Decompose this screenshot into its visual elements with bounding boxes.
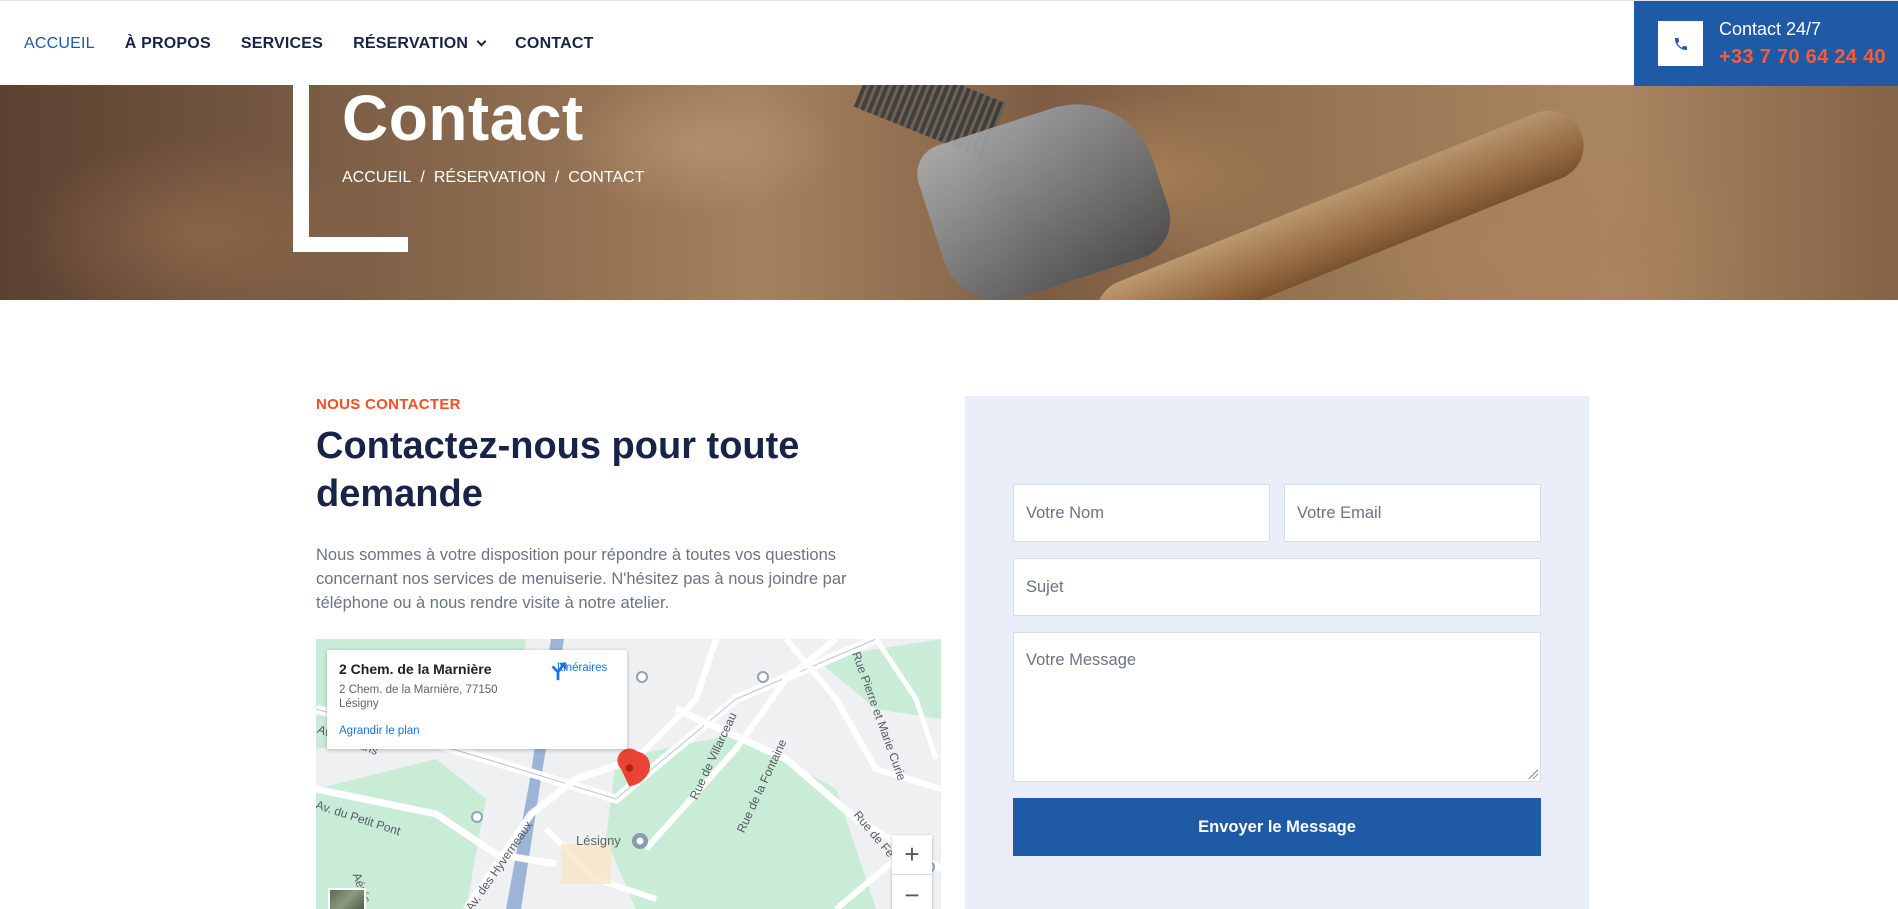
page-title: Contact	[342, 85, 584, 154]
hero-banner: Contact ACCUEIL / RÉSERVATION / CONTACT	[0, 85, 1898, 300]
breadcrumb: ACCUEIL / RÉSERVATION / CONTACT	[342, 169, 644, 187]
subject-field[interactable]: Sujet	[1013, 558, 1541, 616]
breadcrumb-current: CONTACT	[568, 169, 645, 186]
satellite-layer-toggle[interactable]	[328, 888, 366, 909]
nav-item-reservation-label: RÉSERVATION	[353, 34, 469, 52]
phone-icon	[1658, 21, 1703, 66]
main-nav: ACCUEIL À PROPOS SERVICES RÉSERVATION CO…	[24, 1, 594, 86]
name-field[interactable]: Votre Nom	[1013, 484, 1270, 542]
breadcrumb-reservation[interactable]: RÉSERVATION	[434, 169, 546, 187]
nav-item-accueil[interactable]: ACCUEIL	[24, 35, 95, 53]
enlarge-map-link[interactable]: Agrandir le plan	[339, 725, 420, 737]
directions-icon	[551, 662, 567, 681]
message-textarea[interactable]: Votre Message	[1013, 632, 1541, 782]
nav-item-contact[interactable]: CONTACT	[515, 35, 593, 53]
main-navbar: ACCUEIL À PROPOS SERVICES RÉSERVATION CO…	[0, 0, 1898, 86]
hero-bracket-horizontal	[293, 237, 408, 252]
section-heading: Contactez-nous pour toute demande	[316, 425, 800, 515]
nav-item-services[interactable]: SERVICES	[241, 35, 323, 53]
map-zoom-in-button[interactable]: +	[892, 835, 932, 875]
contact-label: Contact 24/7	[1719, 19, 1822, 39]
nav-item-a-propos[interactable]: À PROPOS	[125, 35, 211, 53]
chevron-down-icon	[476, 36, 487, 47]
message-placeholder: Votre Message	[1026, 651, 1137, 669]
contact-phone-number[interactable]: +33 7 70 64 24 40	[1719, 46, 1886, 69]
section-eyebrow: NOUS CONTACTER	[316, 396, 461, 413]
contact-form-panel: Votre Nom Votre Email Sujet Votre Messag…	[965, 396, 1589, 909]
breadcrumb-accueil[interactable]: ACCUEIL	[342, 169, 411, 187]
embedded-map[interactable]: Av. de Paris Av. du Petit Pont Av. des H…	[316, 639, 941, 909]
map-town-label: Lésigny	[576, 833, 621, 848]
map-place-address: 2 Chem. de la Marnière, 77150 Lésigny	[339, 684, 498, 710]
hero-bracket-vertical	[293, 85, 309, 252]
nav-item-reservation[interactable]: RÉSERVATION	[353, 34, 487, 53]
section-intro: Nous sommes à votre disposition pour rép…	[316, 546, 847, 612]
resize-handle-icon[interactable]	[1528, 769, 1538, 779]
map-zoom-out-button[interactable]: −	[892, 875, 932, 909]
hero-overlay	[0, 85, 1898, 300]
send-message-button[interactable]: Envoyer le Message	[1013, 798, 1541, 856]
directions-button[interactable]: Itinéraires	[547, 660, 617, 681]
map-place-card: 2 Chem. de la Marnière 2 Chem. de la Mar…	[327, 650, 627, 749]
email-field[interactable]: Votre Email	[1284, 484, 1541, 542]
breadcrumb-separator: /	[420, 169, 425, 186]
breadcrumb-separator: /	[554, 169, 560, 186]
map-place-title: 2 Chem. de la Marnière	[339, 661, 492, 677]
contact-24-7-box[interactable]: Contact 24/7 +33 7 70 64 24 40	[1634, 1, 1898, 86]
